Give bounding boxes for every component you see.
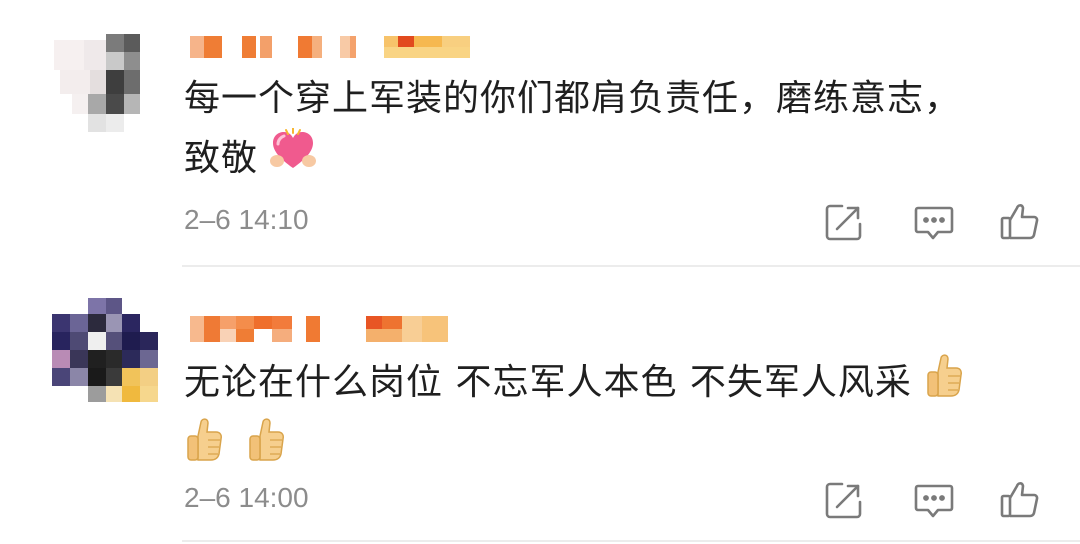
comment-actions xyxy=(820,478,1050,522)
comment-item: 无论在什么岗位 不忘军人本色 不失军人风采 2–6 14:00 xyxy=(0,268,1080,544)
comment-item: 每一个穿上军装的你们都肩负责任，磨练意志， 致敬 2–6 14:10 xyxy=(0,0,1080,268)
username-obscured[interactable] xyxy=(190,314,454,344)
comment-icon[interactable] xyxy=(912,200,956,244)
share-icon[interactable] xyxy=(822,478,866,522)
like-icon[interactable] xyxy=(998,478,1042,522)
comment-text-line2: 致敬 xyxy=(184,138,259,179)
thumbs-up-emoji xyxy=(184,416,224,480)
comment-timestamp: 2–6 14:00 xyxy=(184,482,309,513)
comment-text-line1: 每一个穿上军装的你们都肩负责任，磨练意志， xyxy=(184,78,962,119)
divider xyxy=(182,265,1080,267)
comment-actions xyxy=(820,200,1050,244)
comment-timestamp: 2–6 14:10 xyxy=(184,204,309,235)
like-icon[interactable] xyxy=(998,200,1042,244)
avatar[interactable] xyxy=(52,298,158,404)
heart-hands-emoji xyxy=(270,127,317,192)
comment-text: 无论在什么岗位 不忘军人本色 不失军人风采 xyxy=(184,352,1044,480)
divider xyxy=(182,540,1080,542)
comment-text-line1: 无论在什么岗位 不忘军人本色 不失军人风采 xyxy=(184,362,912,403)
avatar[interactable] xyxy=(52,32,158,138)
username-obscured[interactable] xyxy=(190,32,470,62)
thumbs-up-emoji xyxy=(924,352,964,416)
share-icon[interactable] xyxy=(822,200,866,244)
comment-icon[interactable] xyxy=(912,478,956,522)
thumbs-up-emoji xyxy=(246,416,286,480)
comment-text: 每一个穿上军装的你们都肩负责任，磨练意志， 致敬 xyxy=(184,70,1044,192)
